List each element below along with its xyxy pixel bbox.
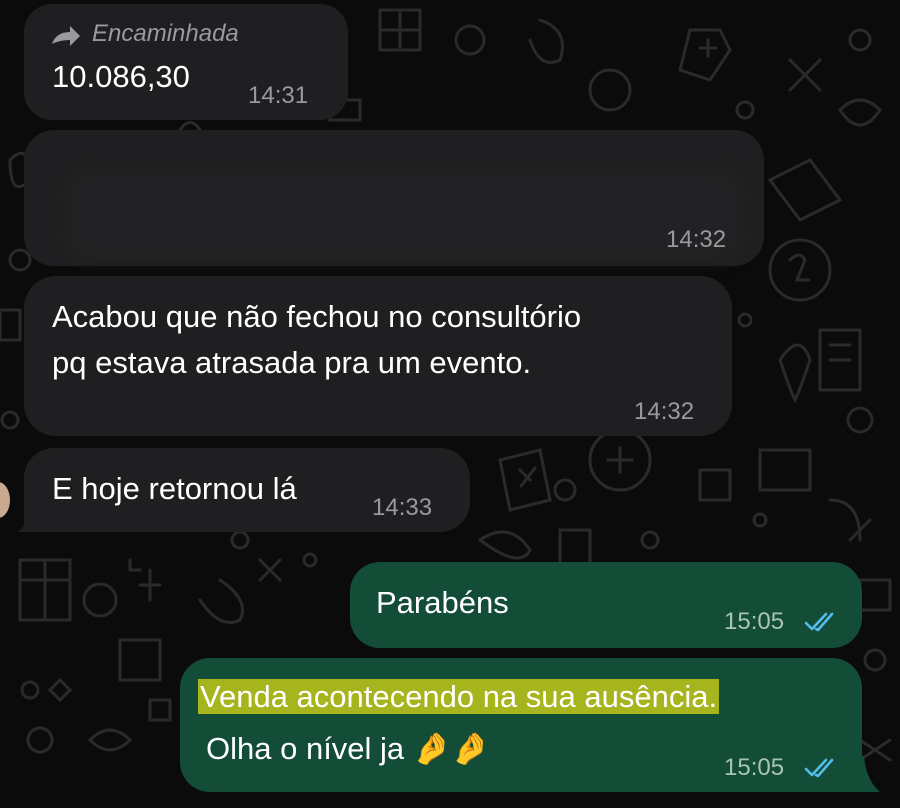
message-time: 15:05 <box>724 608 785 635</box>
message-text-line-1: Venda acontecendo na sua ausência. <box>198 676 720 718</box>
message-bubble[interactable]: E hoje retornou lá 14:33 <box>24 448 470 532</box>
redacted-content <box>64 170 744 260</box>
message-text: 10.086,30 <box>52 59 190 94</box>
message-text-line-1: Acabou que não fechou no consultório <box>52 299 582 334</box>
message-bubble-redacted[interactable]: 14:32 <box>24 130 764 266</box>
text-highlight: Venda acontecendo na sua ausência. <box>198 679 720 714</box>
read-receipt-icon <box>804 612 834 632</box>
message-bubble-outgoing[interactable]: Venda acontecendo na sua ausência. Olha … <box>180 658 862 792</box>
message-text-line-2: pq estava atrasada pra um evento. <box>52 345 532 380</box>
message-text-line-2: Olha o nível ja 🤌🤌 <box>206 728 490 770</box>
message-bubble[interactable]: Acabou que não fechou no consultório pq … <box>24 276 732 436</box>
forward-arrow-icon <box>52 26 80 46</box>
forwarded-label: Encaminhada <box>92 20 239 47</box>
message-bubble-outgoing[interactable]: Parabéns 15:05 <box>350 562 862 648</box>
read-receipt-icon <box>804 758 834 778</box>
message-time: 14:32 <box>666 226 727 253</box>
message-text: E hoje retornou lá <box>52 471 297 506</box>
message-bubble-forwarded[interactable]: Encaminhada 10.086,30 14:31 <box>24 4 348 120</box>
message-time: 14:31 <box>248 82 309 109</box>
pinched-fingers-emoji: 🤌🤌 <box>412 731 490 766</box>
message-time: 14:32 <box>634 398 695 425</box>
message-text: Parabéns <box>376 585 509 620</box>
message-text: Olha o nível ja <box>206 731 405 766</box>
message-time: 15:05 <box>724 754 785 781</box>
message-time: 14:33 <box>372 494 433 521</box>
